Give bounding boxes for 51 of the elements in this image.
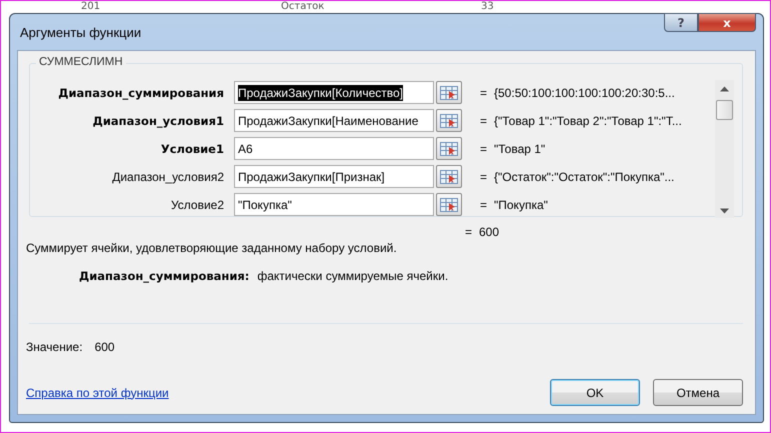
argument-label: Диапазон_условия1 <box>92 114 225 128</box>
argument-description: фактически суммируемые ячейки. <box>257 269 448 283</box>
argument-result: {"Товар 1":"Товар 2":"Товар 1":"Т... <box>494 114 682 128</box>
range-grid-icon <box>440 198 458 212</box>
argument-name: Диапазон_суммирования: <box>79 269 250 283</box>
argument-field[interactable]: ПродажиЗакупки[Признак] <box>234 165 434 188</box>
scrollbar[interactable] <box>715 80 734 218</box>
range-grid-icon <box>440 170 458 184</box>
argument-field[interactable]: ПродажиЗакупки[Количество] <box>234 81 434 104</box>
argument-result: {"Остаток":"Остаток":"Покупка"... <box>494 170 674 184</box>
function-description: Суммирует ячейки, удовлетворяющие заданному набору условий. <box>26 241 398 255</box>
range-select-button[interactable] <box>436 165 462 188</box>
range-select-button[interactable] <box>436 137 462 160</box>
argument-field[interactable]: A6 <box>234 137 434 160</box>
equals-sign: = <box>465 225 474 239</box>
range-grid-icon <box>440 114 458 128</box>
argument-label: Диапазон_суммирования <box>57 86 225 100</box>
value-label: Значение: <box>26 340 83 354</box>
sheet-cell-text: Остаток <box>281 1 326 13</box>
value-text: 600 <box>94 340 115 354</box>
group-title: СУММЕСЛИМН <box>36 56 126 68</box>
formula-result: 600 <box>479 225 500 239</box>
sheet-cell: 33 <box>481 1 494 13</box>
scroll-thumb[interactable] <box>716 100 733 120</box>
argument-field[interactable]: "Покупка" <box>234 193 434 216</box>
equals-sign: = <box>480 114 488 128</box>
range-select-button[interactable] <box>436 193 462 216</box>
dialog-button[interactable]: Отмена <box>653 379 743 406</box>
equals-sign: = <box>480 86 488 100</box>
argument-result: "Товар 1" <box>494 142 546 156</box>
close-button[interactable]: x <box>698 13 756 32</box>
argument-label: Диапазон_условия2 <box>111 170 225 184</box>
sheet-cell-text: 201 <box>81 1 102 13</box>
range-grid-icon <box>440 142 458 156</box>
dialog-button[interactable]: OK <box>550 379 640 406</box>
argument-result: {50:50:100:100:100:100:20:30:5... <box>494 86 675 100</box>
range-select-button[interactable] <box>436 109 462 132</box>
help-link[interactable]: Справка по этой функции <box>26 386 169 400</box>
argument-label: Условие1 <box>160 142 225 156</box>
range-select-button[interactable] <box>436 81 462 104</box>
window-title: Аргументы функции <box>20 25 142 40</box>
scroll-down-icon[interactable] <box>720 208 729 214</box>
argument-field[interactable]: ПродажиЗакупки[Наименование <box>234 109 434 132</box>
argument-result: "Покупка" <box>494 198 548 212</box>
range-grid-icon <box>440 86 458 100</box>
equals-sign: = <box>480 170 488 184</box>
scroll-up-icon[interactable] <box>720 86 729 92</box>
argument-label: Условие2 <box>170 198 225 212</box>
equals-sign: = <box>480 142 488 156</box>
equals-sign: = <box>480 198 488 212</box>
help-button[interactable]: ? <box>664 13 698 32</box>
